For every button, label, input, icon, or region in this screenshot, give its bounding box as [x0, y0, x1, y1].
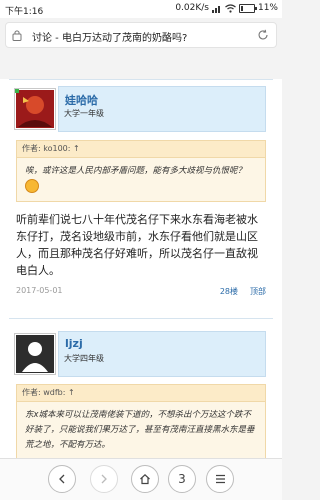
post-body: 听前辈们说七八十年代茂名仔下来水东看海老被水东仔打，茂名设地级市前，水东仔看他们… [16, 213, 258, 277]
status-bar: 下午1:16 0.02K/s 11% [0, 0, 282, 18]
post-meta: 2017-05-01 28楼 顶部 [16, 286, 266, 297]
page-title: 讨论 - 电白万达动了茂南的奶酪吗? [32, 33, 188, 44]
avatar[interactable] [14, 333, 56, 375]
home-button[interactable] [131, 465, 159, 493]
menu-button[interactable] [206, 465, 234, 493]
battery-icon [238, 3, 257, 13]
tabs-button[interactable]: 3 [168, 465, 196, 493]
post-divider [9, 318, 273, 319]
user-info: ljzj 大学四年级 [58, 331, 266, 377]
thread-content: 娃哈哈 大学一年级 作者: ko100: ↑ 唉，或许这是人民内部矛盾问题，能有… [0, 52, 282, 458]
post-card: ljzj 大学四年级 作者: wdfb: ↑ 东x城本来可以让茂南佬装下道的，不… [0, 318, 282, 458]
status-time: 下午1:16 [5, 7, 44, 17]
username[interactable]: 娃哈哈 [65, 92, 98, 108]
avatar-image-icon [15, 89, 54, 128]
back-to-top-link[interactable]: 顶部 [250, 286, 266, 297]
lock-icon [12, 30, 22, 41]
bottom-toolbar: 3 [0, 458, 282, 500]
quote-block: 作者: wdfb: ↑ 东x城本来可以让茂南佬装下道的，不想杀出个万达这个跌不好… [16, 384, 266, 458]
chevron-left-icon [59, 474, 65, 484]
quote-text: 唉，或许这是人民内部矛盾问题，能有多大歧视与仇恨呢？ [17, 158, 265, 201]
address-bar[interactable]: 讨论 - 电白万达动了茂南的奶酪吗? [5, 22, 277, 48]
post-date: 2017-05-01 [16, 286, 63, 295]
back-button[interactable] [48, 465, 76, 493]
default-avatar-icon [16, 335, 54, 373]
battery-level: 11% [257, 3, 278, 13]
post-divider [9, 79, 273, 80]
forward-button[interactable] [90, 465, 118, 493]
wifi-icon [225, 3, 236, 13]
menu-icon [215, 474, 225, 484]
reload-icon[interactable] [257, 29, 269, 41]
status-right: 0.02K/s 11% [175, 3, 278, 13]
avatar[interactable] [14, 88, 56, 130]
quote-text: 东x城本来可以让茂南佬装下道的，不想杀出个万达这个跌不好装了，只能说我们果万达了… [25, 410, 255, 450]
quote-text-content: 唉，或许这是人民内部矛盾问题，能有多大歧视与仇恨呢？ [25, 166, 247, 176]
tab-count: 3 [178, 472, 186, 486]
user-grade: 大学四年级 [64, 354, 104, 363]
signal-icon [211, 4, 222, 13]
emoji-icon [25, 179, 39, 193]
quote-block: 作者: ko100: ↑ 唉，或许这是人民内部矛盾问题，能有多大歧视与仇恨呢？ [16, 140, 266, 202]
floor-number[interactable]: 28楼 [220, 286, 238, 297]
post-card: 娃哈哈 大学一年级 作者: ko100: ↑ 唉，或许这是人民内部矛盾问题，能有… [0, 79, 282, 329]
network-speed: 0.02K/s [175, 3, 209, 13]
user-grade: 大学一年级 [64, 109, 104, 118]
user-info: 娃哈哈 大学一年级 [58, 86, 266, 132]
username[interactable]: ljzj [65, 337, 83, 350]
quote-author: 作者: wdfb: ↑ [17, 385, 265, 402]
chevron-right-icon [101, 474, 107, 484]
home-icon [140, 473, 150, 485]
quote-author: 作者: ko100: ↑ [17, 141, 265, 158]
